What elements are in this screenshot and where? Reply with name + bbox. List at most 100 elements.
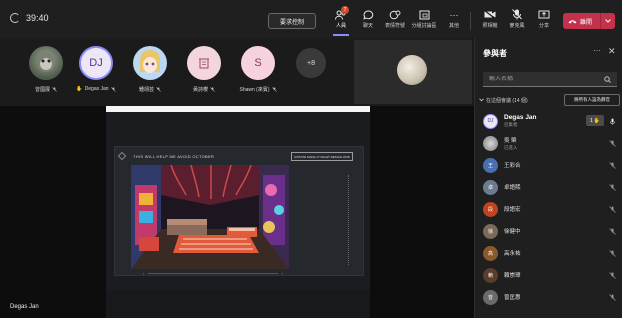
reactions-label: 表情符號 (384, 23, 405, 29)
presenter-name: Degas Jan (10, 304, 39, 310)
chat-icon (362, 9, 374, 20)
share-button[interactable]: 分享 (530, 9, 558, 33)
avatar: 段 (483, 201, 498, 217)
section-toggle[interactable]: 在這個會議 (14 個) (479, 97, 528, 104)
avatar-initials: 卓 (487, 184, 493, 191)
mic-off-icon[interactable] (609, 272, 616, 279)
slide-button: ROTATE MAKE 17 RIGHT DESIGN 2018 (291, 152, 353, 161)
participant-name: Shawn (來賓) (239, 86, 277, 93)
section-label: 在這個會議 (14 個) (486, 97, 528, 104)
mute-all-button[interactable]: 將所有人設為靜音 (564, 94, 620, 106)
mic-off-icon[interactable] (609, 294, 616, 301)
slide-progress-track (148, 272, 278, 274)
avatar-initials: S (254, 57, 262, 69)
raised-hand-icon: ✋ (76, 86, 83, 92)
participant-name-text: 鍾翊芸 (138, 87, 154, 93)
mic-icon[interactable] (609, 118, 616, 125)
avatar: S (241, 46, 275, 80)
breakout-rooms-icon (418, 9, 430, 20)
participant-name-text: 黃詩櫻 (192, 87, 208, 93)
list-item[interactable]: 徐 徐健中 (475, 220, 622, 242)
chevron-down-icon (479, 98, 484, 102)
shared-slide: THIS WILL HELP ME AVOID OCTOBER ROTATE M… (114, 146, 364, 276)
participant-tile[interactable]: 曾國展 (23, 46, 69, 93)
search-icon[interactable] (604, 75, 611, 83)
reactions-icon (389, 9, 401, 20)
list-item[interactable]: 曾 曾匡惠 (475, 286, 622, 308)
avatar-initials: DJ (89, 57, 103, 69)
in-meeting-section: 在這個會議 (14 個) 將所有人設為靜音 (479, 94, 620, 106)
video-feed (397, 55, 427, 85)
meeting-toolbar: 39:40 要求控制 7 人員 聊天 表情符號 分組討論區 ··· 其他 照相機… (0, 0, 622, 38)
avatar-initials: 王 (487, 162, 493, 169)
avatar-initials: 徐 (487, 228, 493, 235)
mic-off-icon[interactable] (609, 228, 616, 235)
participant-name: 吳 榮 (504, 137, 517, 144)
participant-tile[interactable]: 鍾翊芸 (127, 46, 173, 93)
avatar-initials: 曾 (487, 294, 493, 301)
avatar: 高 (483, 245, 498, 261)
mic-off-icon[interactable] (609, 206, 616, 213)
participant-list: DJ Degas Jan召集者 1✋ 吳 榮已進入 王 王彩合 卓 卓語熙 (475, 110, 622, 308)
camera-button[interactable]: 照相機 (476, 9, 504, 33)
participant-name: ✋ Degas Jan (76, 86, 116, 92)
mic-off-icon (156, 87, 161, 92)
leave-main[interactable]: 離開 (563, 13, 601, 29)
participant-tile[interactable]: DJ ✋ Degas Jan (73, 46, 119, 92)
participant-video-tile[interactable] (354, 40, 472, 104)
reactions-button[interactable]: 表情符號 (381, 9, 409, 33)
participant-name: 曾國展 (35, 86, 57, 93)
camera-label: 照相機 (482, 23, 498, 29)
slide-prev-icon[interactable]: ‹ (143, 271, 144, 276)
mic-off-icon[interactable] (609, 162, 616, 169)
participant-name: 王彩合 (504, 163, 521, 169)
list-item[interactable]: 段 段語宏 (475, 198, 622, 220)
list-item[interactable]: 吳 榮已進入 (475, 132, 622, 154)
people-count-badge: 7 (341, 6, 349, 14)
slide-next-icon[interactable]: › (282, 271, 283, 276)
leave-button[interactable]: 離開 (563, 13, 615, 29)
avatar: 曾 (483, 289, 498, 305)
panel-more-icon[interactable]: ··· (593, 46, 601, 55)
overflow-count: +8 (296, 48, 326, 78)
microphone-button[interactable]: 麥克風 (503, 9, 531, 33)
more-icon: ··· (449, 9, 459, 20)
participant-name: 徐健中 (504, 229, 521, 235)
chat-label: 聊天 (362, 23, 373, 29)
list-item[interactable]: 高 高永祐 (475, 242, 622, 264)
mic-off-icon[interactable] (609, 140, 616, 147)
hang-up-icon (568, 19, 577, 23)
participant-name: Degas Jan (504, 114, 537, 121)
mic-off-icon (110, 86, 116, 92)
close-icon[interactable]: ✕ (608, 46, 616, 57)
leave-options-chevron-icon[interactable] (601, 19, 615, 23)
chat-button[interactable]: 聊天 (354, 9, 382, 33)
more-participants-button[interactable]: +8 (288, 46, 334, 78)
search-input[interactable] (489, 76, 604, 82)
list-item[interactable]: 卓 卓語熙 (475, 176, 622, 198)
participant-name-text: 曾國展 (34, 87, 50, 93)
more-actions-button[interactable]: ··· 其他 (440, 9, 468, 33)
share-icon (538, 9, 550, 20)
participant-name: 高永祐 (504, 251, 521, 257)
list-item[interactable]: 賴 賴崇璋 (475, 264, 622, 286)
people-button[interactable]: 7 人員 (327, 6, 355, 36)
avatar (483, 135, 498, 151)
people-label: 人員 (335, 23, 346, 29)
shared-content[interactable]: THIS WILL HELP ME AVOID OCTOBER ROTATE M… (106, 106, 370, 318)
request-control-button[interactable]: 要求控制 (268, 13, 316, 29)
slide-scroll-indicator (348, 175, 350, 265)
participant-tile[interactable]: S Shawn (來賓) (235, 46, 281, 93)
avatar: DJ (483, 113, 498, 129)
shared-content-top-edge (106, 106, 370, 112)
mic-off-icon[interactable] (609, 250, 616, 257)
list-item[interactable]: 王 王彩合 (475, 154, 622, 176)
mic-off-icon[interactable] (609, 184, 616, 191)
list-item[interactable]: DJ Degas Jan 召集者 1 ✋ (475, 110, 622, 132)
avatar-initials: 賴 (487, 272, 493, 279)
breakout-rooms-label: 分組討論區 (411, 23, 437, 29)
meeting-timer: 39:40 (10, 13, 49, 23)
raised-hand-badge: 1 ✋ (586, 115, 604, 126)
participant-tile[interactable]: 黃詩櫻 (181, 46, 227, 93)
breakout-rooms-button[interactable]: 分組討論區 (410, 9, 438, 33)
